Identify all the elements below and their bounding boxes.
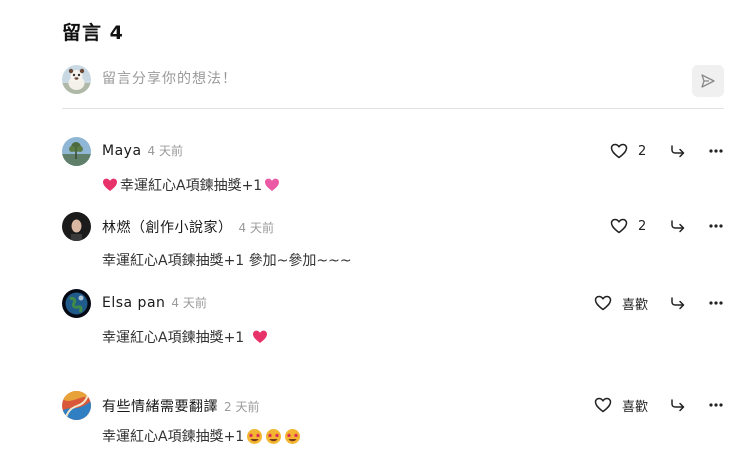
- current-user-avatar: [62, 65, 91, 94]
- commenter-avatar[interactable]: [62, 289, 91, 318]
- more-dots-icon[interactable]: [708, 143, 724, 159]
- commenter-avatar[interactable]: [62, 391, 91, 420]
- commenter-avatar[interactable]: [62, 137, 91, 166]
- like-count: 2: [638, 218, 647, 234]
- page-title: 留言 4: [62, 22, 124, 44]
- commenter-name[interactable]: Elsa pan 4 天前: [102, 294, 207, 311]
- like-count: 2: [638, 143, 647, 159]
- more-dots-icon[interactable]: [708, 397, 724, 413]
- comment-body: 幸運紅心A項鍊抽獎+1: [102, 426, 301, 446]
- comment-actions: 喜歡: [594, 292, 724, 314]
- more-dots-icon[interactable]: [708, 295, 724, 311]
- like-button[interactable]: 2: [610, 143, 648, 159]
- comment-actions: 2: [610, 140, 724, 162]
- comment-input[interactable]: [102, 67, 682, 91]
- comment-item: Elsa pan 4 天前 幸運紅心A項鍊抽獎+1 喜歡: [62, 289, 724, 349]
- reply-arrow-icon[interactable]: [670, 397, 686, 413]
- comment-body: 幸運紅心A項鍊抽獎+1: [102, 327, 268, 347]
- like-label: 喜歡: [621, 399, 648, 415]
- heart-outline-icon: [594, 295, 612, 311]
- comment-item: Maya 4 天前 幸運紅心A項鍊抽獎+1 2: [62, 137, 724, 197]
- reply-arrow-icon[interactable]: [670, 143, 686, 159]
- comment-timestamp: 4 天前: [147, 144, 183, 158]
- send-icon: [701, 74, 715, 88]
- heart-outline-icon: [610, 218, 628, 234]
- star-eyes-emoji: [284, 428, 301, 445]
- star-eyes-emoji: [246, 428, 263, 445]
- send-button[interactable]: [692, 65, 724, 97]
- pink-heart-emoji: [264, 177, 280, 193]
- like-button[interactable]: 2: [610, 218, 648, 234]
- like-label: 喜歡: [621, 297, 648, 313]
- comment-composer: [62, 63, 724, 109]
- comment-item: 林燃（創作小說家） 4 天前 幸運紅心A項鍊抽獎+1 參加~參加~~~ 2: [62, 212, 724, 272]
- commenter-name[interactable]: 林燃（創作小說家） 4 天前: [102, 217, 274, 237]
- reply-arrow-icon[interactable]: [670, 295, 686, 311]
- comment-item: 有些情緒需要翻譯 2 天前 幸運紅心A項鍊抽獎+1 喜歡: [62, 391, 724, 451]
- comment-timestamp: 4 天前: [171, 296, 207, 310]
- like-button[interactable]: 喜歡: [594, 396, 648, 415]
- commenter-name[interactable]: 有些情緒需要翻譯 2 天前: [102, 396, 259, 416]
- commenter-name[interactable]: Maya 4 天前: [102, 142, 183, 159]
- reply-arrow-icon[interactable]: [670, 218, 686, 234]
- more-dots-icon[interactable]: [708, 218, 724, 234]
- like-button[interactable]: 喜歡: [594, 294, 648, 313]
- pink-heart-emoji: [102, 177, 118, 193]
- comment-body: 幸運紅心A項鍊抽獎+1: [102, 175, 280, 195]
- heart-outline-icon: [610, 143, 628, 159]
- comment-actions: 2: [610, 215, 724, 237]
- heart-outline-icon: [594, 397, 612, 413]
- comment-actions: 喜歡: [594, 394, 724, 416]
- comment-timestamp: 2 天前: [224, 400, 260, 414]
- pink-heart-emoji: [252, 329, 268, 345]
- comment-body: 幸運紅心A項鍊抽獎+1 參加~參加~~~: [102, 253, 352, 269]
- comment-timestamp: 4 天前: [238, 221, 274, 235]
- star-eyes-emoji: [265, 428, 282, 445]
- commenter-avatar[interactable]: [62, 212, 91, 241]
